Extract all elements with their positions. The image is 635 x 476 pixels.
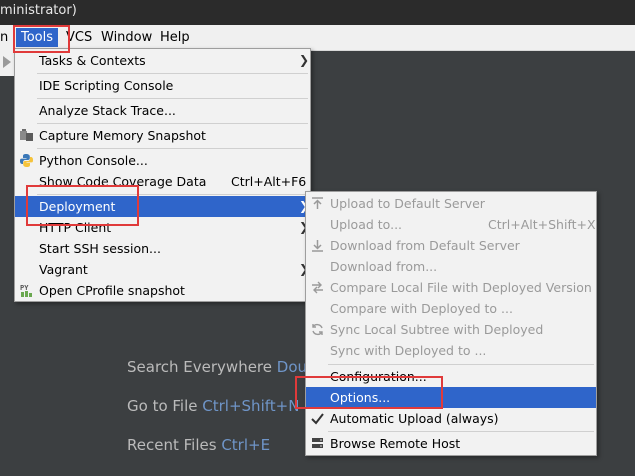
highlight-box-deployment [26,185,139,226]
memory-snapshot-icon [19,128,34,143]
upload-icon [310,196,325,211]
menu-item-compare-with-deployed[interactable]: Compare with Deployed to ... [306,298,596,319]
menu-separator [37,148,308,149]
hint-go-to-file: Go to File Ctrl+Shift+N [127,397,299,415]
menu-item-ide-scripting-console[interactable]: IDE Scripting Console [15,75,310,96]
menu-item-analyze-stack-trace[interactable]: Analyze Stack Trace... [15,100,310,121]
svg-text:PY: PY [20,284,29,292]
menu-item-tasks-contexts[interactable]: Tasks & Contexts ❯ [15,50,310,71]
menu-window[interactable]: Window [101,28,152,47]
menu-help[interactable]: Help [160,28,190,47]
menu-item-upload-to[interactable]: Upload to... Ctrl+Alt+Shift+X [306,214,596,235]
menu-item-download-default-server[interactable]: Download from Default Server [306,235,596,256]
submenu-arrow-icon: ❯ [299,53,310,67]
deployment-submenu: Upload to Default Server Upload to... Ct… [305,191,597,456]
menu-item-vagrant[interactable]: Vagrant ❯ [15,259,310,280]
menu-item-python-console[interactable]: Python Console... [15,150,310,171]
hint-shortcut: Dou [276,358,308,376]
menu-item-compare-local-file[interactable]: Compare Local File with Deployed Version [306,277,596,298]
menu-separator [328,364,594,365]
highlight-box-tools [13,25,70,53]
menu-item-open-cprofile-snapshot[interactable]: PY Open CProfile snapshot [15,280,310,301]
left-tool-band [0,76,15,476]
sync-icon [310,322,325,337]
hint-label: Recent Files [127,436,217,454]
menu-separator [37,123,308,124]
hint-shortcut: Ctrl+E [221,436,271,454]
menu-item-start-ssh-session[interactable]: Start SSH session... [15,238,310,259]
compare-icon [310,280,325,295]
toolbar-strip [0,50,15,76]
remote-host-icon [310,436,325,451]
menu-item-upload-default-server[interactable]: Upload to Default Server [306,193,596,214]
menu-separator [37,73,308,74]
python-icon [19,153,34,168]
menu-item-capture-memory-snapshot[interactable]: Capture Memory Snapshot [15,125,310,146]
menu-separator [328,431,594,432]
menu-item-sync-local-subtree[interactable]: Sync Local Subtree with Deployed [306,319,596,340]
hint-search-everywhere: Search Everywhere Dou [127,358,307,376]
cprofile-icon: PY [19,283,34,298]
download-icon [310,238,325,253]
menu-item-sync-with-deployed[interactable]: Sync with Deployed to ... [306,340,596,361]
hint-shortcut: Ctrl+Shift+N [202,397,300,415]
hint-label: Search Everywhere [127,358,272,376]
run-icon[interactable] [3,56,11,68]
tools-menu: Tasks & Contexts ❯ IDE Scripting Console… [14,48,311,302]
menu-item-download-from[interactable]: Download from... [306,256,596,277]
hint-label: Go to File [127,397,198,415]
hint-recent-files: Recent Files Ctrl+E [127,436,270,454]
title-bar: ministrator) [0,0,635,25]
menu-partial-item[interactable]: n [0,28,8,47]
menu-item-automatic-upload[interactable]: Automatic Upload (always) [306,408,596,429]
menu-separator [37,98,308,99]
menu-item-browse-remote-host[interactable]: Browse Remote Host [306,433,596,454]
checkmark-icon [310,411,325,426]
window-title: ministrator) [0,3,77,18]
highlight-box-options [295,376,443,409]
